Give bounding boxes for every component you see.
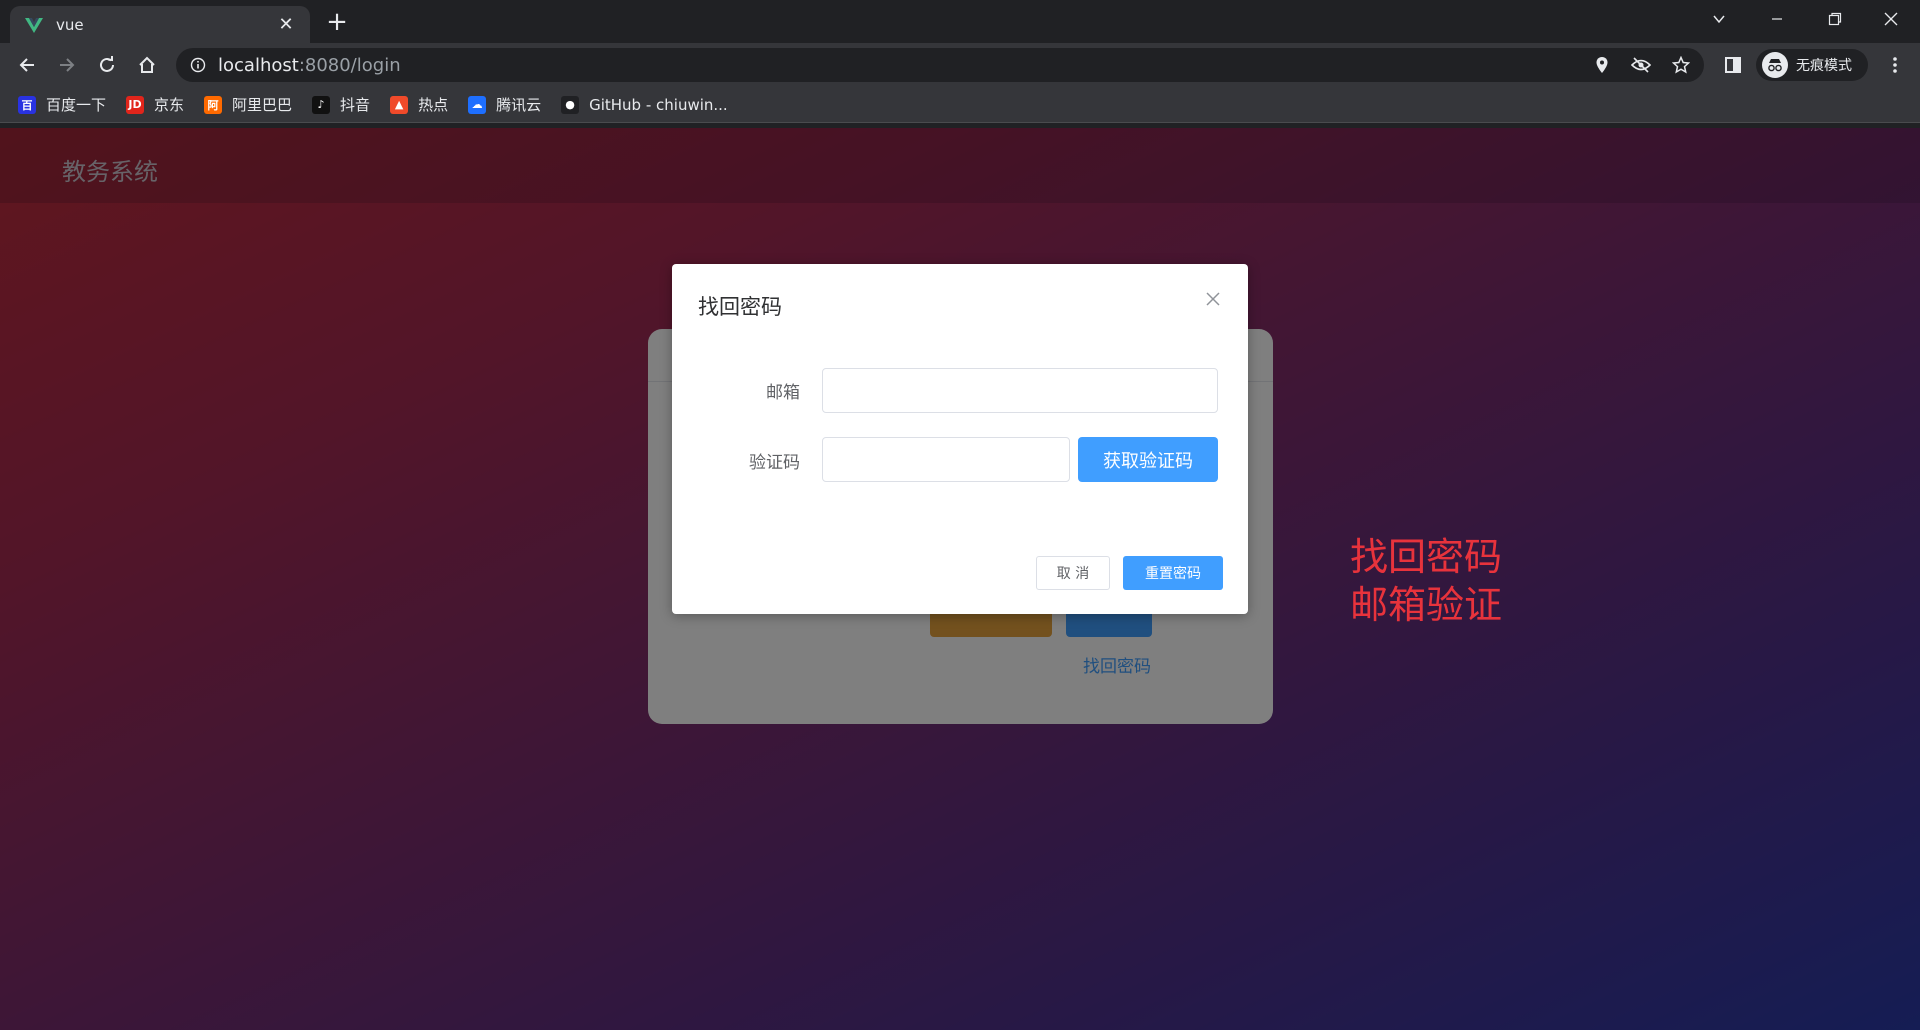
code-label: 验证码 — [749, 453, 800, 473]
close-window-button[interactable] — [1862, 0, 1920, 38]
tencent-cloud-icon: ☁ — [468, 95, 487, 114]
reset-password-button[interactable]: 重置密码 — [1123, 556, 1223, 590]
incognito-label: 无痕模式 — [1796, 58, 1852, 74]
bookmark-item[interactable]: 百百度一下 — [18, 94, 106, 115]
address-bar[interactable]: localhost:8080/login — [176, 48, 1704, 82]
vue-logo-icon — [24, 15, 44, 35]
cancel-button[interactable]: 取 消 — [1036, 556, 1110, 590]
eye-off-icon[interactable] — [1631, 55, 1651, 75]
douyin-icon: ♪ — [312, 95, 331, 114]
email-field[interactable] — [822, 368, 1218, 413]
baidu-icon: 百 — [18, 95, 36, 114]
new-tab-button[interactable]: + — [322, 8, 352, 38]
dialog-title: 找回密码 — [698, 295, 782, 319]
tab-search-chevron-icon[interactable] — [1690, 0, 1748, 38]
bookmark-label: GitHub - chiuwin... — [589, 95, 728, 114]
bookmark-item[interactable]: ♪ 抖音 — [312, 94, 370, 115]
home-icon[interactable] — [132, 50, 162, 80]
url-host: localhost — [218, 54, 299, 76]
location-pin-icon[interactable] — [1592, 55, 1612, 75]
jd-icon: JD — [126, 95, 145, 114]
bookmark-label: 阿里巴巴 — [232, 96, 293, 114]
forgot-password-dialog: 找回密码 邮箱 验证码 获取验证码 取 消 重置密码 — [672, 264, 1248, 614]
tab-close-icon[interactable]: ✕ — [274, 14, 298, 35]
bookmark-label: 腾讯云 — [496, 96, 542, 114]
annotation-text: 找回密码 邮箱验证 — [1350, 533, 1502, 629]
bookmark-label: 京东 — [154, 96, 185, 114]
incognito-icon — [1762, 52, 1788, 78]
bookmark-item[interactable]: 阿阿里巴巴 — [204, 94, 292, 115]
bookmark-item[interactable]: JD 京东 — [126, 94, 184, 115]
site-info-icon[interactable] — [190, 57, 206, 73]
email-label: 邮箱 — [766, 383, 800, 403]
browser-toolbar: localhost:8080/login 无痕模式 — [0, 43, 1920, 87]
incognito-profile-button[interactable]: 无痕模式 — [1756, 49, 1868, 81]
reload-icon[interactable] — [92, 50, 122, 80]
bookmark-item[interactable]: ☁ 腾讯云 — [468, 94, 541, 115]
side-panel-icon[interactable] — [1718, 50, 1748, 80]
code-field[interactable] — [822, 437, 1070, 482]
github-icon: ● — [561, 95, 580, 114]
restore-button[interactable] — [1806, 0, 1864, 38]
back-arrow-icon[interactable] — [12, 50, 42, 80]
bookmark-label: 抖音 — [340, 96, 371, 114]
hot-icon: ▲ — [390, 95, 409, 114]
alibaba-icon: 阿 — [204, 95, 223, 114]
bookmark-item[interactable]: ▲ 热点 — [390, 94, 448, 115]
bookmark-label: 热点 — [418, 96, 449, 114]
get-code-button[interactable]: 获取验证码 — [1078, 437, 1218, 482]
tab-title: vue — [56, 15, 84, 34]
forward-arrow-icon[interactable] — [52, 50, 82, 80]
annotation-line-1: 找回密码 — [1350, 535, 1503, 579]
browser-tab-bar: vue ✕ + — [0, 0, 1920, 43]
bookmark-item[interactable]: ● GitHub - chiuwin... — [561, 95, 728, 114]
more-menu-icon[interactable] — [1880, 50, 1910, 80]
page-viewport: 教务系统 找回密码 找回密码 邮箱 验证码 获取验证码 取 消 重置密码 找回密… — [0, 128, 1920, 1030]
close-icon[interactable] — [1202, 288, 1224, 310]
bookmark-star-icon[interactable] — [1671, 55, 1691, 75]
url-path: :8080/login — [298, 54, 401, 76]
minimize-button[interactable] — [1748, 0, 1806, 38]
bookmark-label: 百度一下 — [46, 96, 107, 114]
annotation-line-2: 邮箱验证 — [1350, 583, 1503, 627]
browser-tab[interactable]: vue ✕ — [10, 6, 310, 43]
bookmarks-bar: 百百度一下 JD 京东 阿阿里巴巴 ♪ 抖音 ▲ 热点 ☁ 腾讯云 ● GitHub - chiuwi… — [0, 87, 1920, 123]
